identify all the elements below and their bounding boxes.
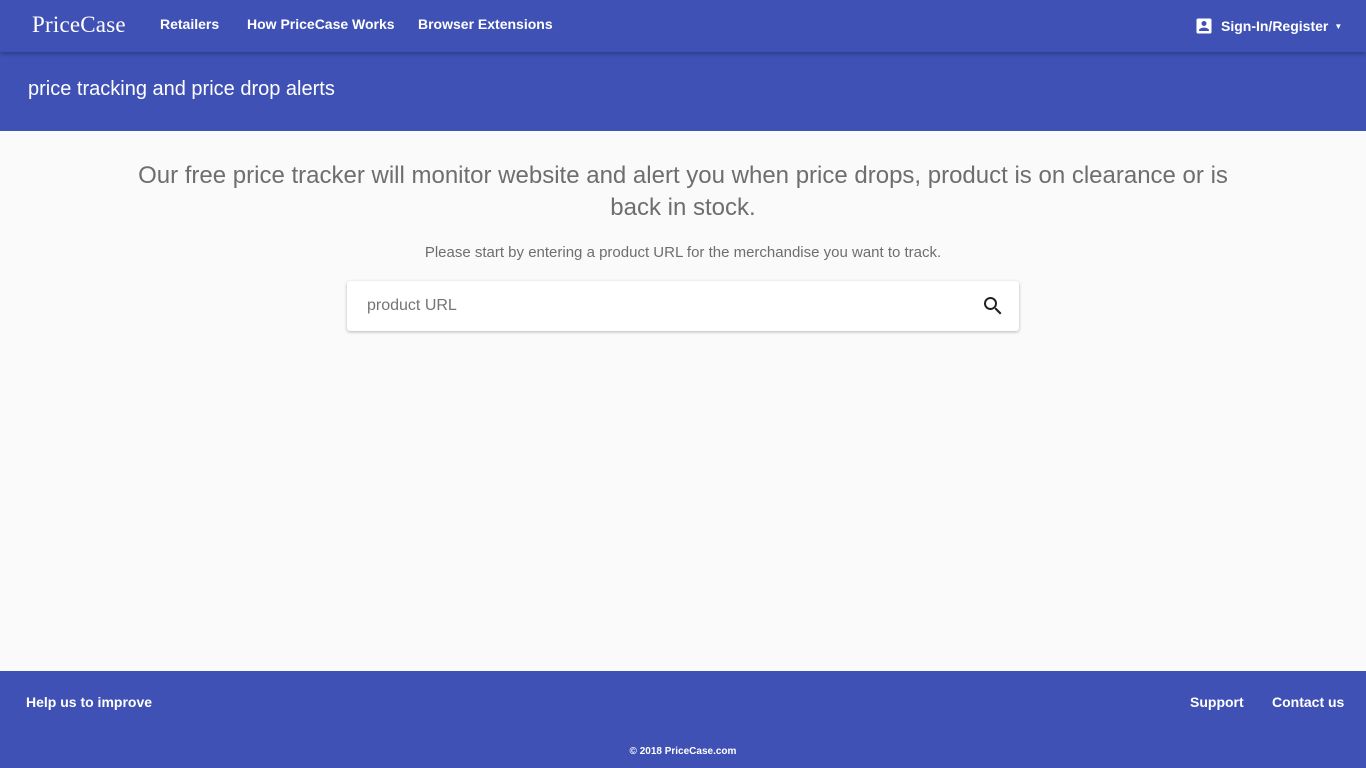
product-url-input[interactable] (367, 281, 967, 331)
page-tagline: price tracking and price drop alerts (28, 78, 335, 100)
search-bar (347, 281, 1019, 331)
copyright-text: © 2018 PriceCase.com (629, 746, 737, 757)
subheader-banner: price tracking and price drop alerts (0, 52, 1366, 131)
account-label: Sign-In/Register (1221, 18, 1329, 34)
top-navbar: PriceCase Retailers How PriceCase Works … (0, 0, 1366, 52)
search-icon[interactable] (981, 294, 1005, 318)
support-link[interactable]: Support (1190, 694, 1244, 710)
nav-retailers[interactable]: Retailers (160, 16, 219, 32)
footer: Help us to improve Support Contact us © … (0, 671, 1366, 768)
nav-browser-extensions[interactable]: Browser Extensions (418, 16, 553, 32)
contact-us-link[interactable]: Contact us (1272, 694, 1344, 710)
main-headline: Our free price tracker will monitor webs… (138, 162, 1228, 221)
account-menu[interactable]: Sign-In/Register ▼ (1194, 15, 1342, 37)
nav-how-it-works[interactable]: How PriceCase Works (247, 16, 395, 32)
caret-down-icon: ▼ (1334, 21, 1343, 31)
instruction-text: Please start by entering a product URL f… (424, 244, 942, 261)
account-box-icon (1194, 16, 1214, 36)
site-logo[interactable]: PriceCase (32, 12, 126, 38)
help-us-improve-link[interactable]: Help us to improve (26, 694, 152, 710)
